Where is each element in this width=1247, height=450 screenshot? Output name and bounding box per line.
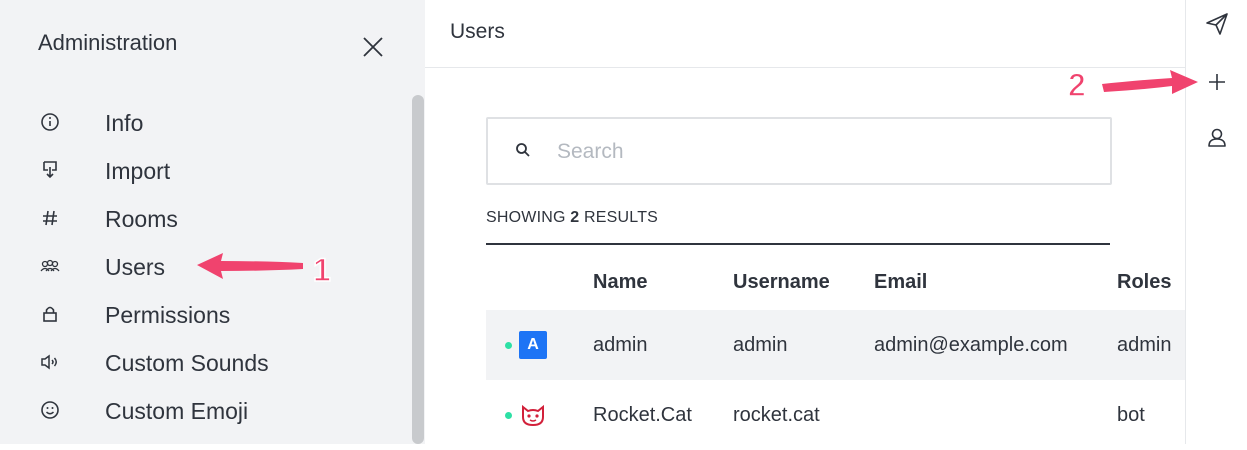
annotation-arrow-2: 2 <box>1067 66 1198 104</box>
user-icon[interactable] <box>1203 124 1231 152</box>
rocket-cat-avatar <box>522 404 544 427</box>
sidebar-item-permissions[interactable]: Permissions <box>0 296 410 336</box>
roles-cell: admin <box>1117 310 1186 380</box>
avatar: A <box>519 331 547 359</box>
roles-cell: bot <box>1117 403 1145 426</box>
hashtag-icon <box>43 210 57 226</box>
import-icon <box>43 161 57 179</box>
sidebar-item-label: Rooms <box>105 206 178 232</box>
volume-icon <box>41 354 57 370</box>
email-cell <box>874 380 1117 450</box>
search-input[interactable] <box>555 137 1079 167</box>
status-online-indicator <box>505 341 512 349</box>
team-icon <box>40 259 60 272</box>
table-row[interactable]: Rocket.Cat rocket.cat bot <box>486 380 1186 450</box>
sidebar-item-custom-emoji[interactable]: Custom Emoji <box>0 392 410 432</box>
avatar-cell <box>486 380 593 450</box>
sidebar-item-custom-sounds[interactable]: Custom Sounds <box>0 344 410 384</box>
search-icon <box>516 143 530 157</box>
sidebar-item-label: Users <box>105 254 166 280</box>
annotation-label-1: 1 <box>313 252 331 288</box>
column-header-roles[interactable]: Roles <box>1117 255 1186 310</box>
admin-sidebar: Administration Info Import Rooms Users P… <box>0 0 425 444</box>
column-header-avatar <box>486 255 593 310</box>
plus-icon[interactable] <box>1203 68 1231 96</box>
column-header-name[interactable]: Name <box>593 255 733 310</box>
sidebar-scrollbar[interactable] <box>412 95 424 444</box>
sidebar-item-label: Custom Emoji <box>105 398 249 424</box>
name-cell: admin <box>593 310 733 380</box>
username-cell: admin <box>733 310 874 380</box>
page-title: Users <box>450 20 505 43</box>
results-divider <box>486 243 1110 245</box>
name-cell: Rocket.Cat <box>593 403 692 426</box>
results-count: SHOWING 2 RESULTS <box>486 209 659 226</box>
table-header-row: Name Username Email Roles <box>486 255 1186 310</box>
send-icon[interactable] <box>1203 10 1231 38</box>
sidebar-item-info[interactable]: Info <box>0 104 410 144</box>
emoji-icon <box>41 401 59 419</box>
sidebar-item-label: Permissions <box>105 302 231 328</box>
sidebar-item-label: Custom Sounds <box>105 350 269 376</box>
annotation-label-2: 2 <box>1068 67 1086 103</box>
sidebar-item-label: Import <box>105 158 171 184</box>
sidebar-item-rooms[interactable]: Rooms <box>0 200 410 240</box>
users-table: Name Username Email Roles A admin admin … <box>486 255 1186 450</box>
column-header-email[interactable]: Email <box>874 255 1117 310</box>
column-header-username[interactable]: Username <box>733 255 874 310</box>
status-online-indicator <box>505 411 512 419</box>
email-cell: admin@example.com <box>874 310 1117 380</box>
sidebar-title: Administration <box>38 30 178 55</box>
sidebar-item-label: Info <box>105 110 144 136</box>
lock-icon <box>43 306 57 322</box>
avatar-cell: A <box>486 310 593 380</box>
username-cell: rocket.cat <box>733 403 820 426</box>
annotation-arrow-1: 1 <box>197 251 332 289</box>
sidebar-item-import[interactable]: Import <box>0 152 410 192</box>
table-row[interactable]: A admin admin admin@example.com admin <box>486 310 1186 380</box>
info-icon <box>41 113 59 131</box>
search-box[interactable] <box>486 117 1112 185</box>
close-icon[interactable] <box>360 34 386 60</box>
